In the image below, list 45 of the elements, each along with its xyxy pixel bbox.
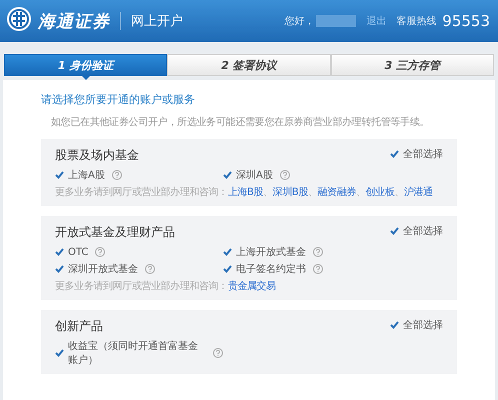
separator-text: 、 [308,187,318,199]
service-link[interactable]: 上海B股 [228,185,264,199]
hotline-number: 95553 [442,12,490,30]
separator-text: 、 [394,187,404,199]
greeting-text: 您好， [284,15,314,28]
select-all-label[interactable]: 全部选择 [403,147,443,161]
checkmark-icon[interactable] [390,150,399,158]
more-services-text: 更多业务请到网厅或营业部办理和咨询： [55,186,228,199]
redacted-block [316,15,356,27]
option-label[interactable]: OTC [68,246,88,258]
prompt-heading: 请选择您所要开通的账户或服务 [41,92,196,107]
option-label[interactable]: 电子签名约定书 [236,262,306,276]
service-link[interactable]: 创业板 [366,185,394,199]
select-all-label[interactable]: 全部选择 [403,318,443,332]
step-tab[interactable]: 3 三方存管 [330,54,494,76]
more-services-text: 更多业务请到网厅或营业部办理和咨询： [55,280,228,293]
hotline-label: 客服热线 [396,14,436,28]
service-link[interactable]: 深圳B股 [272,185,308,199]
checkmark-icon[interactable] [55,265,64,273]
checkmark-icon[interactable] [223,248,232,256]
select-all-label[interactable]: 全部选择 [403,224,443,238]
section-title: 开放式基金及理财产品 [55,224,175,241]
separator-text: 、 [356,187,366,199]
checkmark-icon[interactable] [223,265,232,273]
service-link[interactable]: 贵金属交易 [228,279,276,293]
section-title: 股票及场内基金 [55,147,139,164]
page-title: 网上开户 [131,13,183,30]
checkmark-icon[interactable] [55,171,64,179]
service-link[interactable]: 沪港通 [404,185,433,199]
option-label[interactable]: 上海开放式基金 [236,245,306,259]
checkmark-icon[interactable] [390,321,399,329]
option-label[interactable]: 收益宝（须同时开通首富基金账户） [68,339,206,367]
checkmark-icon[interactable] [55,248,64,256]
notice-text: 如您已在其他证券公司开户，所选业务可能还需要您在原券商营业部办理转托管等手续。 [51,116,430,129]
checkmark-icon[interactable] [55,349,64,357]
section-title: 创新产品 [55,318,103,335]
step-tab[interactable]: 2 签署协议 [167,54,331,76]
option-label[interactable]: 深圳A股 [236,168,273,182]
service-link[interactable]: 融资融券 [318,185,356,199]
checkmark-icon[interactable] [223,171,232,179]
brand-name: 海通证券 [38,10,110,32]
checkmark-icon[interactable] [390,227,399,235]
option-label[interactable]: 深圳开放式基金 [68,262,138,276]
option-label[interactable]: 上海A股 [68,168,105,182]
separator-text: 、 [263,186,273,199]
